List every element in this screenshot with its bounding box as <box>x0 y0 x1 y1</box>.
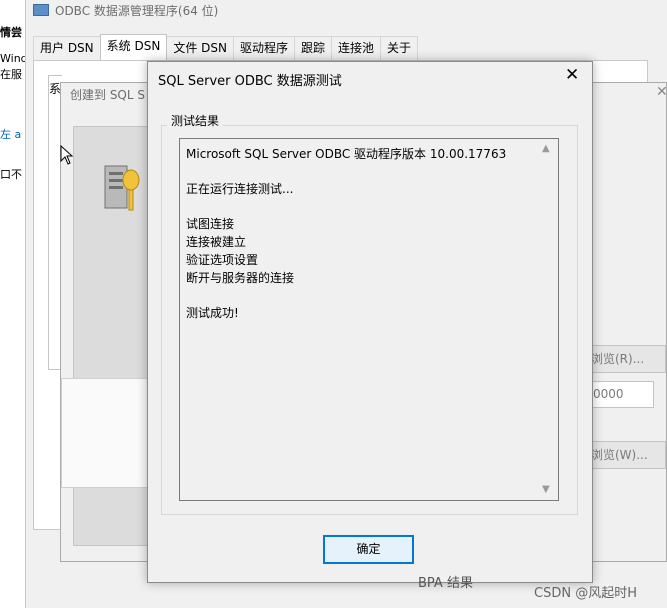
odbc-tab-bar: 用户 DSN 系统 DSN 文件 DSN 驱动程序 跟踪 连接池 关于 <box>33 34 419 61</box>
tab-tracing[interactable]: 跟踪 <box>293 36 332 61</box>
tab-system-dsn[interactable]: 系统 DSN <box>99 34 168 60</box>
bg-link-text[interactable]: 左 a <box>0 126 26 142</box>
odbc-app-icon <box>33 4 49 16</box>
test-dialog-title: SQL Server ODBC 数据源测试 <box>158 74 342 89</box>
result-line: 验证选项设置 <box>186 253 259 267</box>
result-line: 正在运行连接测试... <box>186 182 294 196</box>
close-icon[interactable]: ✕ <box>565 65 579 85</box>
bg-text-line: Winde <box>0 52 26 65</box>
wizard-info-box <box>61 378 149 488</box>
wizard-close-icon[interactable]: ✕ <box>656 84 667 100</box>
scroll-down-icon[interactable]: ▼ <box>542 484 550 495</box>
result-line: 测试成功! <box>186 306 239 320</box>
tab-connection-pooling[interactable]: 连接池 <box>331 36 382 61</box>
ok-button[interactable]: 确定 <box>323 535 414 564</box>
result-line: Microsoft SQL Server ODBC 驱动程序版本 10.00.1… <box>186 147 507 161</box>
bg-text-line: 情尝 <box>0 26 22 39</box>
port-field[interactable]: 0000 <box>588 381 654 408</box>
test-results-label: 测试结果 <box>167 112 224 129</box>
bg-text-line: 在服 <box>0 68 22 81</box>
bg-text-line: 口不 <box>0 168 22 181</box>
tab-file-dsn[interactable]: 文件 DSN <box>166 36 234 61</box>
scroll-up-icon[interactable]: ▲ <box>542 143 550 154</box>
bpa-results-label: BPA 结果 <box>418 576 473 591</box>
tab-drivers[interactable]: 驱动程序 <box>232 36 295 61</box>
tab-about[interactable]: 关于 <box>380 36 419 61</box>
result-line: 连接被建立 <box>186 235 247 249</box>
tab-user-dsn[interactable]: 用户 DSN <box>33 36 101 61</box>
odbc-title-text: ODBC 数据源管理程序(64 位) <box>55 3 219 18</box>
database-server-icon <box>103 160 141 216</box>
mouse-cursor-icon <box>60 144 74 168</box>
result-line: 断开与服务器的连接 <box>186 271 295 285</box>
csdn-watermark: CSDN @风起时H <box>534 586 637 601</box>
wizard-title: 创建到 SQL S <box>70 88 145 102</box>
result-line: 试图连接 <box>186 217 235 231</box>
odbc-window-title: ODBC 数据源管理程序(64 位) <box>33 0 218 20</box>
